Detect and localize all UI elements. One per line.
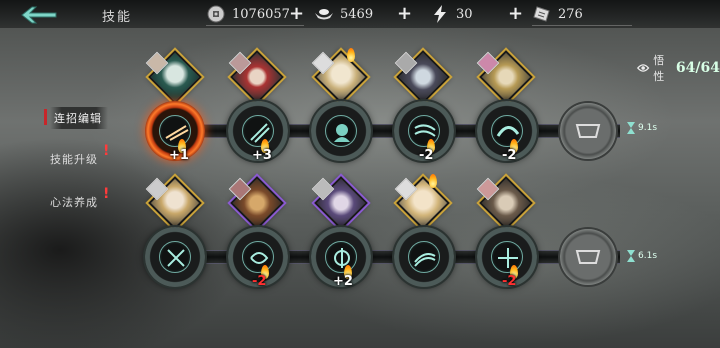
skill-node-2-4[interactable] [394,227,454,287]
menu-skill-upgrade[interactable]: 技能升级 [50,151,98,167]
hourglass-icon [627,122,635,134]
menu-mind-cultivation-label: 心法养成 [50,196,98,209]
flame-icon-1-3 [347,48,355,62]
skill-glyph-2-3 [325,241,357,273]
combo-rail-1 [150,124,620,138]
lightning-icon [430,4,450,24]
cost-badge-1-4: -2 [419,148,434,163]
cost-badge-1-5: -2 [502,148,517,163]
insight-value: 64/64 [675,60,720,76]
insight-icon [636,64,650,72]
stamina-value: 30 [456,6,473,22]
cooldown-2: 6.1s [626,250,657,262]
skill-glyph-1-5 [491,115,523,147]
ticket-counter: 276 [532,4,583,24]
ticket-underline [532,25,632,26]
cooldown-value-1: 9.1s [638,123,658,133]
coin-icon [206,4,226,24]
add-stamina-button[interactable]: + [508,3,523,24]
empty-slot-icon [575,250,601,264]
skill-node-2-1[interactable] [145,227,205,287]
skill-glyph-1-1 [159,115,191,147]
skill-glyph-2-2 [242,241,274,273]
cooldown-value-2: 6.1s [638,251,658,261]
skill-upgrade-alert-icon: ! [103,143,110,159]
add-coin-button[interactable]: + [289,3,304,24]
flame-icon-2-4 [429,174,437,188]
skill-node-1-3[interactable] [311,101,371,161]
empty-skill-slot-2[interactable] [560,229,616,285]
coin-counter: 1076057 [206,4,290,24]
ingot-icon [314,4,334,24]
insight-label: 悟性 [653,54,665,83]
cost-badge-1-2: +3 [252,148,272,163]
top-bar: 技能 1076057 + 5469 + 30 + 276 [0,0,720,28]
ticket-icon [532,4,552,24]
skill-glyph-1-2 [242,115,274,147]
menu-combo-edit[interactable]: 连招编辑 [44,107,108,129]
insight-attribute: 悟性 64/64 [636,52,720,84]
empty-slot-icon [575,124,601,138]
skill-glyph-1-3 [325,115,357,147]
menu-mind-cultivation[interactable]: 心法养成 [50,194,98,210]
coin-underline [206,25,304,26]
cost-badge-2-5: -2 [502,274,517,289]
skill-glyph-2-5 [491,241,523,273]
menu-skill-upgrade-label: 技能升级 [50,153,98,166]
page-title: 技能 [102,10,133,25]
coin-value: 1076057 [232,6,290,22]
combo-rail-2 [150,250,620,264]
skill-glyph-2-4 [408,241,440,273]
skill-glyph-1-4 [408,115,440,147]
empty-skill-slot-1[interactable] [560,103,616,159]
back-button[interactable] [16,4,60,26]
cost-badge-1-1: +1 [169,148,189,163]
ingot-value: 5469 [340,6,374,22]
hourglass-icon [627,250,635,262]
ingot-counter: 5469 [314,4,373,24]
cooldown-1: 9.1s [626,122,657,134]
cost-badge-2-3: +2 [333,274,353,289]
back-arrow-icon [21,6,57,24]
ticket-value: 276 [558,6,583,22]
mind-cultivation-alert-icon: ! [103,186,110,202]
skill-glyph-2-1 [159,241,191,273]
menu-combo-edit-label: 连招编辑 [54,112,102,125]
cost-badge-2-2: -2 [252,274,267,289]
add-ingot-button[interactable]: + [397,3,412,24]
stamina-counter: 30 [430,4,473,24]
